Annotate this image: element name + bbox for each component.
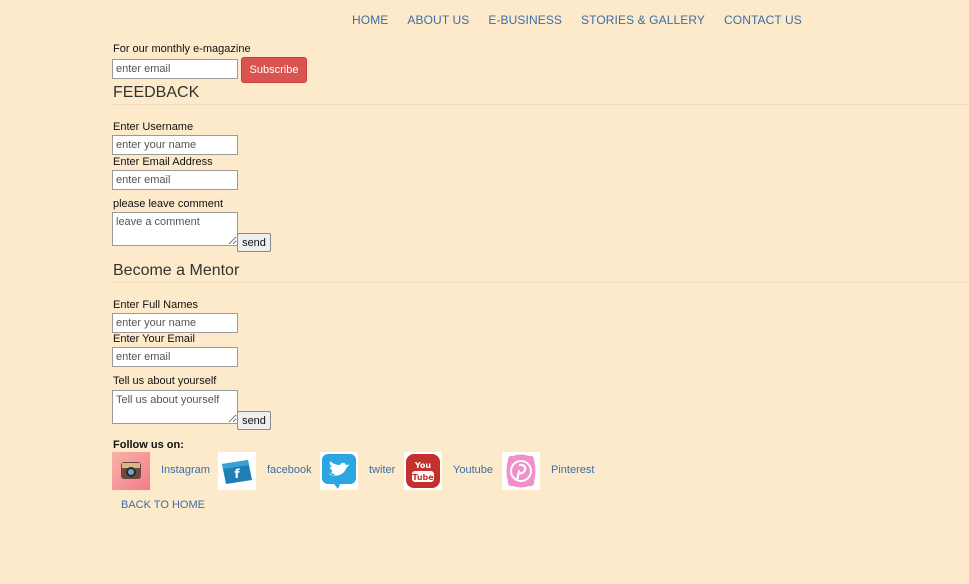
feedback-email-input[interactable] (112, 170, 238, 190)
twitter-link[interactable]: twiter (369, 464, 395, 476)
nav-contact-us[interactable]: CONTACT US (724, 13, 802, 27)
svg-text:You: You (414, 461, 432, 470)
feedback-email-label: Enter Email Address (113, 156, 213, 168)
youtube-link[interactable]: Youtube (453, 464, 493, 476)
nav-about-us[interactable]: ABOUT US (407, 13, 469, 27)
comment-textarea[interactable] (112, 212, 238, 246)
nav-stories-gallery[interactable]: STORIES & GALLERY (581, 13, 705, 27)
svg-text:f: f (234, 467, 240, 481)
instagram-icon[interactable] (112, 452, 150, 490)
nav-e-business[interactable]: E-BUSINESS (488, 13, 562, 27)
svg-text:Tube: Tube (412, 473, 434, 482)
newsletter-label: For our monthly e-magazine (113, 43, 251, 55)
about-label: Tell us about yourself (113, 375, 217, 387)
mentor-email-input[interactable] (112, 347, 238, 367)
full-names-input[interactable] (112, 313, 238, 333)
full-names-label: Enter Full Names (113, 299, 198, 311)
username-label: Enter Username (113, 121, 194, 133)
mentor-email-label: Enter Your Email (113, 333, 195, 345)
mentor-send-button[interactable]: send (237, 411, 271, 430)
twitter-icon[interactable] (320, 452, 358, 490)
username-input[interactable] (112, 135, 238, 155)
nav-home[interactable]: HOME (352, 13, 388, 27)
feedback-send-button[interactable]: send (237, 233, 271, 252)
newsletter-email-input[interactable] (112, 59, 238, 79)
facebook-icon[interactable]: f (218, 452, 256, 490)
feedback-heading: FEEDBACK (113, 84, 200, 101)
pinterest-icon[interactable] (502, 452, 540, 490)
main-nav: HOME ABOUT US E-BUSINESS STORIES & GALLE… (352, 13, 821, 27)
mentor-divider (112, 282, 969, 283)
about-textarea[interactable] (112, 390, 238, 424)
mentor-heading: Become a Mentor (113, 262, 240, 279)
facebook-link[interactable]: facebook (267, 464, 312, 476)
back-to-home-link[interactable]: BACK TO HOME (121, 499, 205, 511)
subscribe-button[interactable]: Subscribe (241, 57, 307, 83)
pinterest-link[interactable]: Pinterest (551, 464, 594, 476)
comment-label: please leave comment (113, 198, 224, 210)
follow-us-label: Follow us on: (113, 439, 184, 451)
youtube-icon[interactable]: You Tube (404, 452, 442, 490)
instagram-link[interactable]: Instagram (161, 464, 210, 476)
feedback-divider (112, 104, 969, 105)
